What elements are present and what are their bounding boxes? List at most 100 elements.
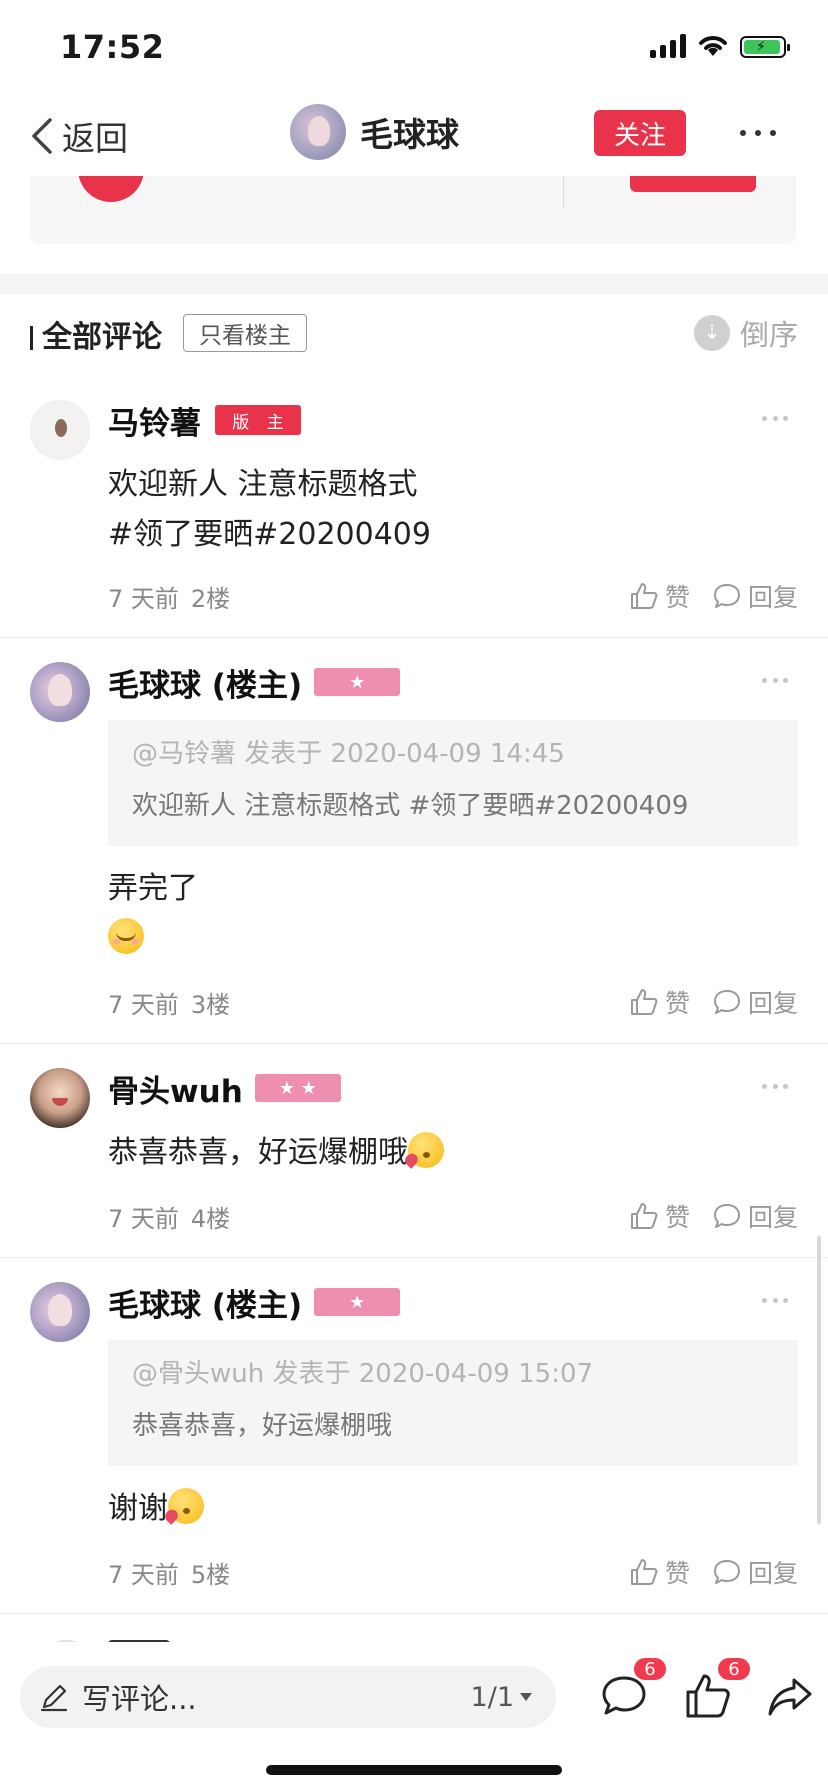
thumbs-up-icon: [630, 1559, 658, 1585]
nav-user[interactable]: 毛球球: [290, 104, 459, 160]
comment-item: 骨头wuh ★ ★ 恭喜恭喜，好运爆棚哦 7 天前 4楼 赞 回复: [0, 1044, 828, 1258]
reply-button[interactable]: 回复: [712, 1198, 798, 1234]
level-badge: ★ ★: [254, 1074, 341, 1102]
avatar[interactable]: [30, 662, 90, 722]
comment-item: 毛球球 (楼主) ★ @骨头wuh 发表于 2020-04-09 15:07 恭…: [0, 1258, 828, 1614]
comment-author[interactable]: 骨头wuh: [108, 1066, 243, 1111]
divider: [563, 176, 564, 208]
like-label: 赞: [664, 989, 690, 1018]
like-button[interactable]: 赞: [629, 984, 690, 1020]
section-divider: [0, 274, 828, 294]
comment-actions: 赞 回复: [629, 1554, 798, 1590]
card-avatar: [78, 176, 144, 202]
comments-button[interactable]: 6: [598, 1656, 668, 1722]
sort-button[interactable]: 倒序: [694, 312, 798, 354]
comment-input-placeholder: 写评论...: [82, 1682, 197, 1716]
back-button[interactable]: 返回: [28, 110, 128, 162]
comment-floor: 2楼: [190, 584, 231, 613]
comment-more-icon[interactable]: [762, 678, 788, 684]
like-label: 赞: [664, 1559, 690, 1588]
comment-more-icon[interactable]: [762, 1298, 788, 1304]
reply-button[interactable]: 回复: [712, 578, 798, 614]
comment-time: 7 天前: [108, 584, 179, 613]
home-indicator[interactable]: [266, 1765, 562, 1775]
comment-author[interactable]: 毛球球 (楼主): [108, 1280, 302, 1325]
comment-text: 谢谢: [108, 1484, 204, 1534]
page-title: 毛球球: [360, 115, 459, 154]
reply-button[interactable]: 回复: [712, 1554, 798, 1590]
only-host-button[interactable]: 只看楼主: [183, 314, 307, 352]
comment-bubble-icon: [713, 1204, 740, 1228]
comment-text-line: 弄完了: [108, 871, 198, 906]
comment-item: 马铃薯 版 主 欢迎新人 注意标题格式 #领了要晒#20200409 7 天前 …: [0, 376, 828, 638]
page-indicator-text: 1/1: [470, 1681, 514, 1713]
comment-count-badge: 6: [632, 1656, 668, 1682]
comment-author[interactable]: 马铃薯: [108, 398, 201, 443]
comment-bubble-icon: [713, 990, 740, 1014]
share-button[interactable]: [764, 1670, 816, 1722]
reply-button[interactable]: 回复: [712, 984, 798, 1020]
wifi-icon: [699, 36, 727, 56]
comment-time: 7 天前: [108, 1560, 179, 1589]
comment-actions: 赞 回复: [629, 984, 798, 1020]
reply-label: 回复: [747, 1559, 798, 1588]
comment-author-row: 骨头wuh ★ ★: [108, 1066, 341, 1111]
comment-text-line: 谢谢: [108, 1491, 168, 1526]
pencil-icon: [40, 1684, 68, 1712]
battery-icon: ⚡: [740, 36, 790, 58]
level-badge: ★: [314, 1288, 401, 1316]
avatar[interactable]: [30, 400, 90, 460]
quoted-comment[interactable]: @骨头wuh 发表于 2020-04-09 15:07 恭喜恭喜，好运爆棚哦: [108, 1340, 798, 1466]
comment-more-icon[interactable]: [762, 1084, 788, 1090]
comment-bubble-icon: [713, 1560, 740, 1584]
quote-text: 恭喜恭喜，好运爆棚哦: [132, 1411, 393, 1441]
blush-emoji-icon: [108, 918, 144, 954]
comment-author[interactable]: 毛球球 (楼主): [108, 660, 302, 705]
avatar[interactable]: [30, 1282, 90, 1342]
comment-input[interactable]: 写评论... 1/1: [20, 1666, 556, 1728]
kiss-heart-emoji-icon: [408, 1132, 444, 1168]
follow-button[interactable]: 关注: [594, 110, 686, 156]
comment-footer: 7 天前 4楼 赞 回复: [108, 1198, 798, 1234]
page-selector[interactable]: 1/1: [471, 1682, 532, 1713]
comment-footer: 7 天前 3楼 赞 回复: [108, 984, 798, 1020]
comment-footer: 7 天前 5楼 赞 回复: [108, 1554, 798, 1590]
reply-label: 回复: [747, 1203, 798, 1232]
avatar[interactable]: [30, 1068, 90, 1128]
like-label: 赞: [664, 1203, 690, 1232]
comment-author-row: 马铃薯 版 主: [108, 398, 301, 443]
comment-item: 毛球球 (楼主) ★ @马铃薯 发表于 2020-04-09 14:45 欢迎新…: [0, 638, 828, 1044]
sort-icon: [694, 315, 730, 351]
like-count-badge: 6: [716, 1656, 752, 1682]
comment-bubble-icon: [713, 584, 740, 608]
like-button[interactable]: 赞: [629, 1198, 690, 1234]
kiss-heart-emoji-icon: [168, 1488, 204, 1524]
reply-label: 回复: [747, 989, 798, 1018]
comment-author-row: 毛球球 (楼主) ★: [108, 1280, 401, 1325]
comment-text: 欢迎新人 注意标题格式 #领了要晒#20200409: [108, 460, 431, 560]
thumbs-up-icon: [630, 989, 658, 1015]
card-action-button[interactable]: [630, 176, 756, 192]
like-button[interactable]: 赞: [629, 578, 690, 614]
quoted-comment[interactable]: @马铃薯 发表于 2020-04-09 14:45 欢迎新人 注意标题格式 #领…: [108, 720, 798, 846]
share-arrow-icon: [768, 1678, 812, 1716]
comment-author-row: 毛球球 (楼主) ★: [108, 660, 401, 705]
status-bar: 17:52 ⚡: [0, 0, 828, 96]
like-button[interactable]: 赞: [629, 1554, 690, 1590]
moderator-badge: 版 主: [215, 405, 301, 435]
thumbs-up-icon: [630, 1203, 658, 1229]
comment-text: 恭喜恭喜，好运爆棚哦: [108, 1128, 444, 1178]
comment-actions: 赞 回复: [629, 578, 798, 614]
comment-time: 7 天前: [108, 1204, 179, 1233]
like-post-button[interactable]: 6: [682, 1656, 752, 1722]
cellular-signal-icon: [650, 34, 686, 58]
post-summary-card: [30, 176, 796, 244]
avatar[interactable]: [290, 104, 346, 160]
nav-bar: 返回 毛球球 关注: [0, 96, 828, 176]
comments-title: 全部评论: [42, 320, 162, 355]
more-options-icon[interactable]: [740, 126, 776, 140]
comment-actions: 赞 回复: [629, 1198, 798, 1234]
chevron-left-icon: [32, 118, 52, 154]
comment-more-icon[interactable]: [762, 416, 788, 422]
scrollbar-thumb[interactable]: [817, 1236, 821, 1524]
